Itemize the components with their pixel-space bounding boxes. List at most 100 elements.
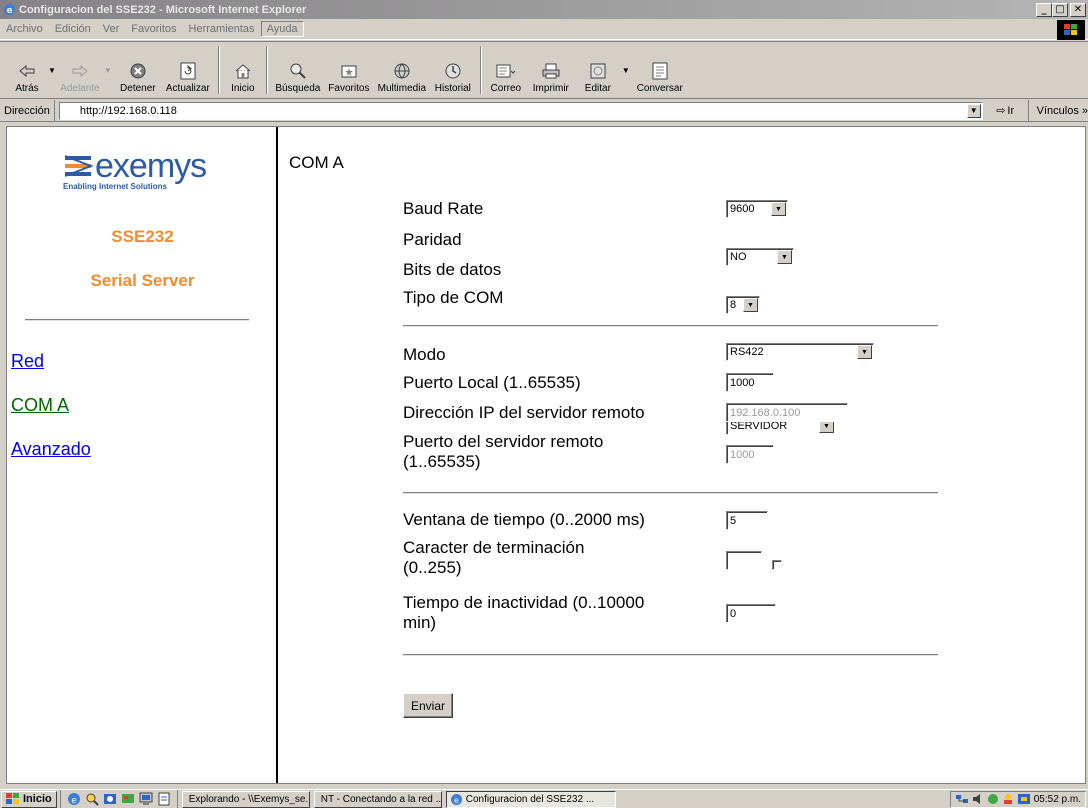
title-bar[interactable]: e Configuracion del SSE232 - Microsoft I… [0,0,1088,19]
submit-button[interactable]: Enviar [403,693,454,718]
task-word[interactable]: W NT - Conectando a la red ... [313,790,442,808]
toolbar-separator [217,46,220,94]
discuss-label: Conversar [636,83,683,94]
task-ie-label: Configuracion del SSE232 ... [465,793,595,805]
menu-edicion[interactable]: Edición [49,23,97,35]
home-icon [232,61,254,81]
nav-link-avanzado[interactable]: Avanzado [11,439,91,460]
search-icon [287,61,309,81]
task-ie[interactable]: e Configuracion del SSE232 ... [445,790,616,808]
clock[interactable]: 05:52 p.m. [1034,794,1081,805]
com-type-value: RS422 [730,346,764,358]
data-bits-select[interactable]: 8 ▼ [726,296,760,314]
chevron-down-icon: ▼ [777,250,792,264]
explorer-icon[interactable] [85,792,99,806]
remote-ip-label: Dirección IP del servidor remoto [403,403,645,422]
taskbar: Inicio e Explorando - \\Exemys_se... W N… [0,789,1088,808]
minimize-button[interactable]: _ [1036,2,1052,17]
ie-icon[interactable]: e [67,792,81,806]
baud-rate-value: 9600 [730,203,755,215]
section-divider [403,654,938,656]
menu-favoritos[interactable]: Favoritos [125,23,182,35]
com-type-select[interactable]: RS422 ▼ [726,343,874,361]
close-button[interactable]: ✕ [1070,2,1086,17]
term-char-input[interactable] [726,551,762,570]
term-char-checkbox[interactable] [772,560,782,570]
home-button[interactable]: Inicio [224,42,262,98]
address-url: http://192.168.0.118 [79,104,177,117]
discuss-button[interactable]: Conversar [632,42,688,98]
remote-port-input[interactable]: 1000 [726,445,774,464]
search-button[interactable]: Búsqueda [272,42,324,98]
edit-dropdown-icon[interactable]: ▼ [622,66,630,75]
term-char-label: Caracter de terminación (0..255) [403,538,584,578]
favorites-button[interactable]: Favoritos [324,42,374,98]
print-button[interactable]: Imprimir [526,42,576,98]
address-input[interactable]: http://192.168.0.118 ▼ [58,101,983,120]
baud-rate-select[interactable]: 9600 ▼ [726,200,788,218]
idle-time-label-line1: Tiempo de inactividad (0..10000 [403,593,645,612]
toolbar-separator [265,46,268,94]
toolbar-separator [479,46,482,94]
desktop-icon[interactable] [121,792,135,806]
parity-select[interactable]: NO ▼ [726,248,794,266]
edit-icon [587,61,609,81]
speaker-icon[interactable] [972,793,984,805]
app-tray-icon[interactable] [1017,793,1031,805]
links-button[interactable]: Vínculos » [1027,100,1088,121]
data-bits-label: Bits de datos [403,260,502,279]
notepad-icon[interactable] [157,792,171,806]
go-button[interactable]: ⇨ Ir [983,104,1028,118]
nav-link-com-a[interactable]: COM A [11,395,69,416]
time-window-input[interactable]: 5 [726,511,768,530]
nav-link-red[interactable]: Red [11,351,44,372]
menu-ayuda[interactable]: Ayuda [260,21,304,37]
local-port-label: Puerto Local (1..65535) [403,373,581,392]
refresh-label: Actualizar [165,83,210,94]
forward-button[interactable]: Adelante [58,42,102,98]
favorites-label: Favoritos [328,83,370,94]
computer-icon[interactable] [139,792,153,806]
term-char-label-line2: (0..255) [403,558,462,577]
outlook-icon[interactable] [103,792,117,806]
page-title: COM A [289,153,344,172]
history-icon [442,61,464,81]
start-button[interactable]: Inicio [1,790,57,808]
network-icon[interactable] [955,793,969,805]
quick-launch: e [59,790,178,808]
time-window-label: Ventana de tiempo (0..2000 ms) [403,510,645,529]
remote-port-label-line2: (1..65535) [403,452,481,471]
forward-dropdown-icon[interactable]: ▼ [104,66,112,75]
media-button[interactable]: Multimedia [374,42,430,98]
logo-wordmark: exemys [95,147,206,185]
section-divider [403,325,938,327]
idle-time-label: Tiempo de inactividad (0..10000 min) [403,593,644,633]
edit-label: Editar [584,83,611,94]
ie-icon: e [2,3,16,17]
start-label: Inicio [23,793,52,805]
edit-button[interactable]: Editar [576,42,620,98]
stop-button[interactable]: Detener [114,42,162,98]
system-tray: 05:52 p.m. [949,790,1086,808]
address-dropdown-icon[interactable]: ▼ [966,103,981,118]
home-label: Inicio [231,83,255,94]
toolbar: Atrás ▼ Adelante ▼ Detener Actualizar In… [0,41,1088,99]
task-explorer[interactable]: Explorando - \\Exemys_se... [181,790,310,808]
remote-ip-input[interactable]: 192.168.0.100 [726,403,848,422]
users-icon[interactable] [1002,793,1014,805]
refresh-button[interactable]: Actualizar [162,42,214,98]
menu-ver[interactable]: Ver [97,23,126,35]
logo-tagline: Enabling Internet Solutions [63,182,168,191]
local-port-input[interactable]: 1000 [726,373,774,392]
mail-button[interactable]: Correo [486,42,526,98]
forward-arrow-icon [69,61,91,81]
update-icon[interactable] [987,793,999,805]
history-button[interactable]: Historial [430,42,476,98]
menu-herramientas[interactable]: Herramientas [183,23,261,35]
task-explorer-label: Explorando - \\Exemys_se... [188,793,310,805]
back-dropdown-icon[interactable]: ▼ [48,66,56,75]
maximize-button[interactable]: □ [1052,2,1068,17]
back-button[interactable]: Atrás [8,42,46,98]
idle-time-input[interactable]: 0 [726,604,776,623]
menu-archivo[interactable]: Archivo [0,23,49,35]
